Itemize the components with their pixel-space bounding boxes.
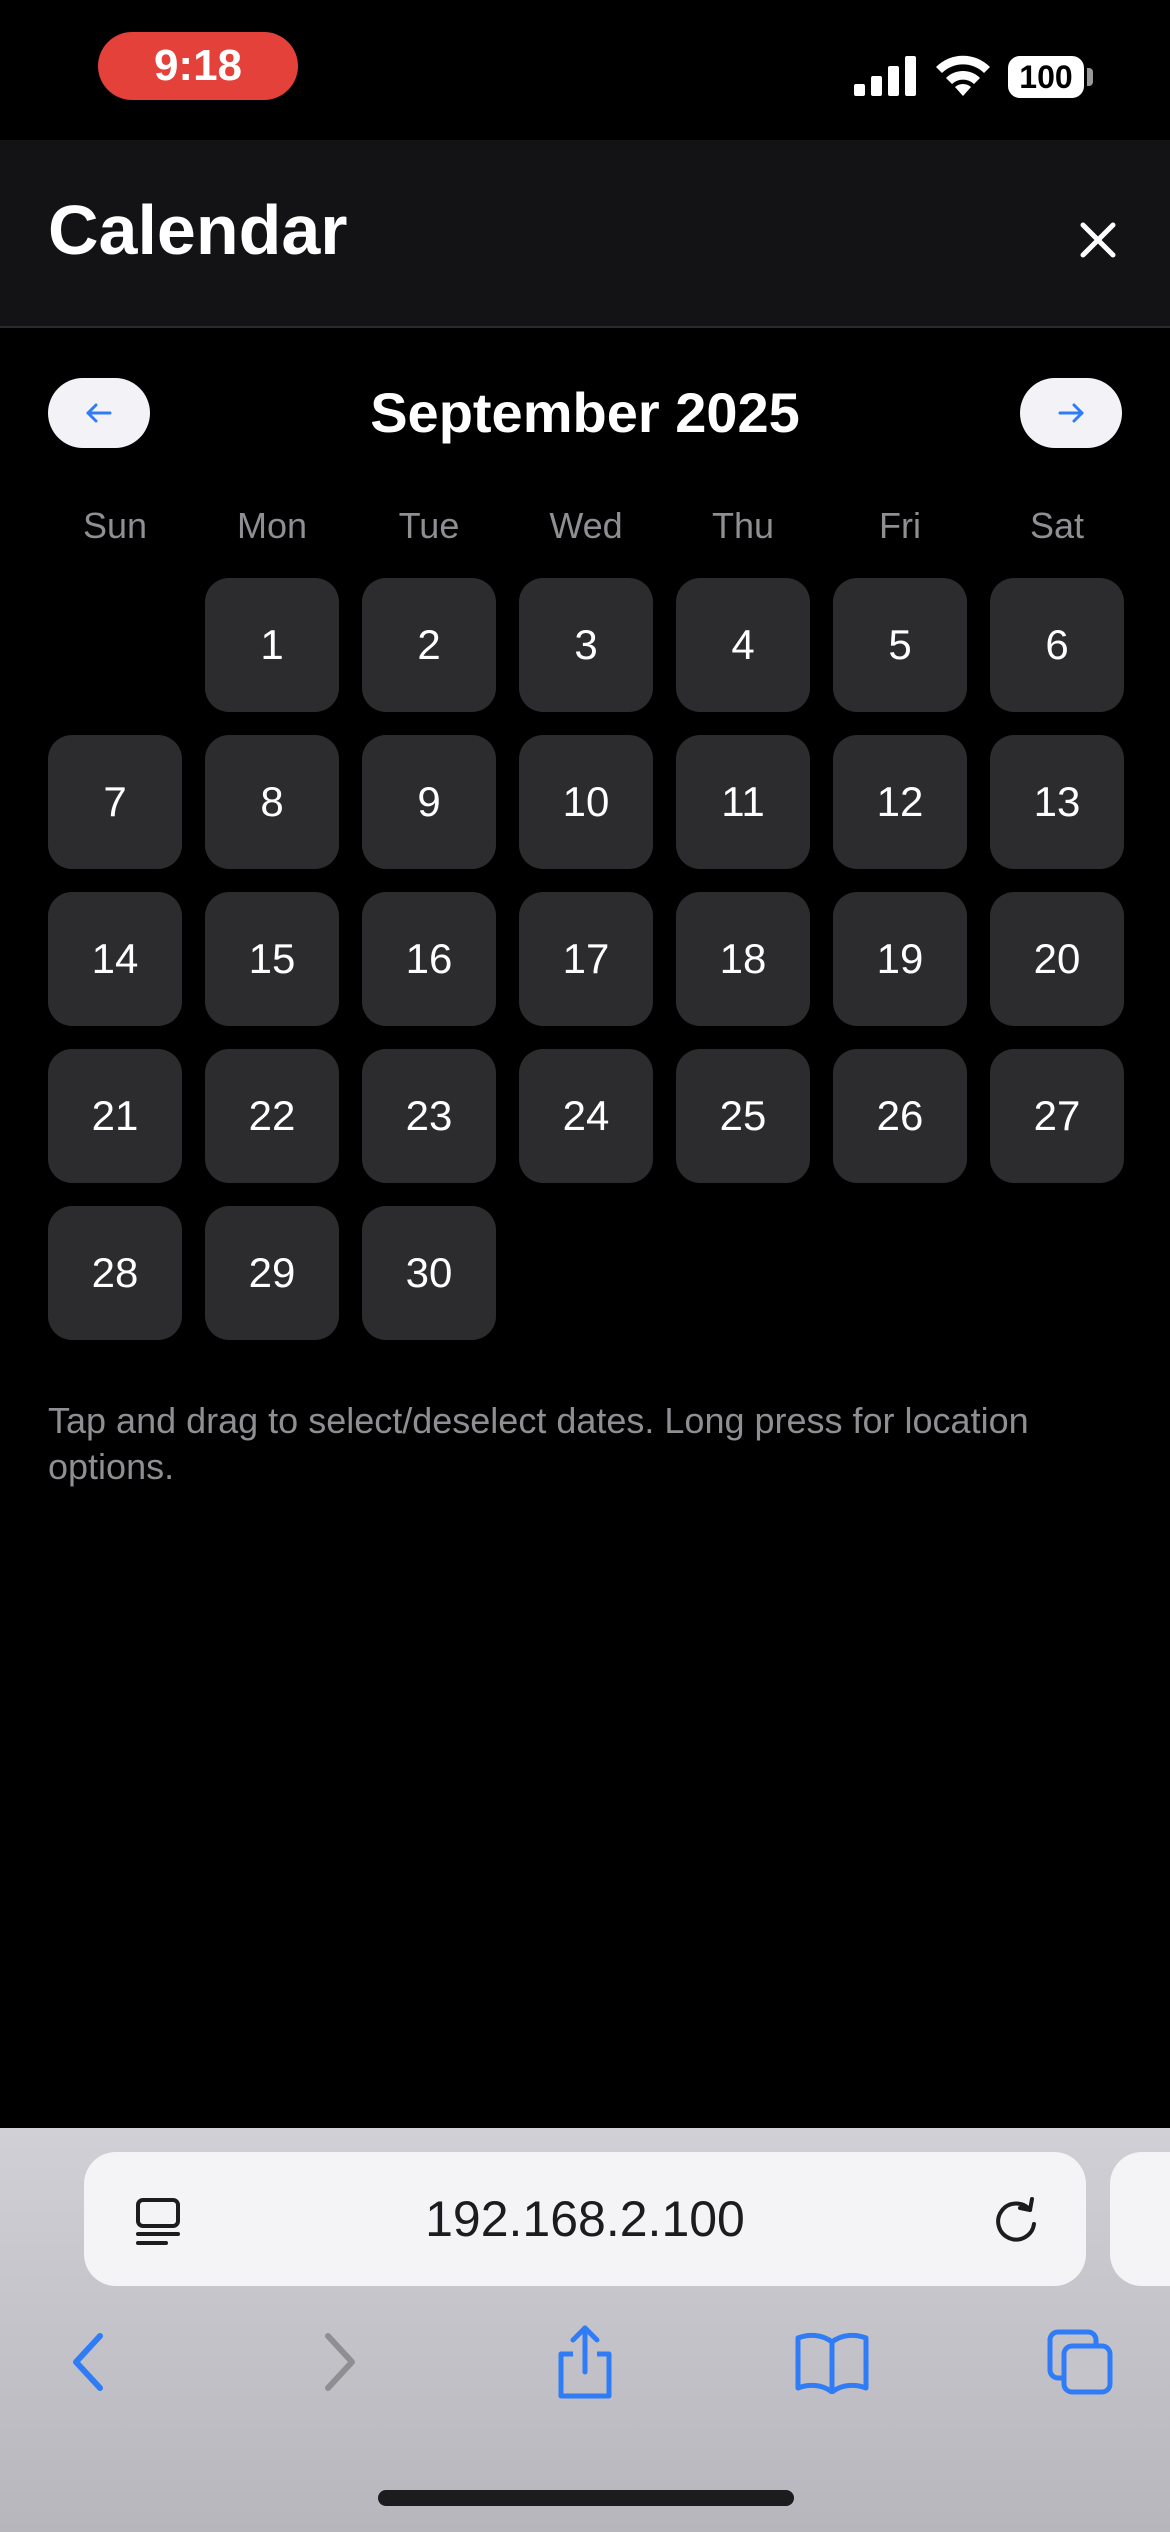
bookmarks-icon	[795, 2332, 869, 2394]
bookmarks-button[interactable]	[792, 2322, 872, 2402]
day-cell-5[interactable]: 5	[833, 578, 967, 712]
cellular-signal-icon	[854, 56, 916, 96]
day-cell-7[interactable]: 7	[48, 735, 182, 869]
day-cell-29[interactable]: 29	[205, 1206, 339, 1340]
day-cell-9[interactable]: 9	[362, 735, 496, 869]
close-button[interactable]	[1070, 212, 1126, 268]
arrow-right-icon	[1058, 403, 1084, 423]
forward-button[interactable]	[300, 2322, 380, 2402]
day-cell-3[interactable]: 3	[519, 578, 653, 712]
day-cell-15[interactable]: 15	[205, 892, 339, 1026]
day-cell-6[interactable]: 6	[990, 578, 1124, 712]
day-cell-19[interactable]: 19	[833, 892, 967, 1026]
weekday-thu: Thu	[711, 505, 775, 546]
day-cell-13[interactable]: 13	[990, 735, 1124, 869]
status-bar: 9:18 100	[0, 0, 1170, 140]
battery-tip	[1087, 68, 1093, 86]
back-icon	[73, 2333, 103, 2391]
month-title: September 2025	[370, 381, 800, 444]
day-cell-2[interactable]: 2	[362, 578, 496, 712]
wifi-icon	[936, 55, 990, 96]
weekday-wed: Wed	[549, 505, 623, 546]
day-cell-18[interactable]: 18	[676, 892, 810, 1026]
day-cell-30[interactable]: 30	[362, 1206, 496, 1340]
close-icon	[1080, 222, 1116, 258]
share-button[interactable]	[545, 2322, 625, 2402]
back-button[interactable]	[48, 2322, 128, 2402]
day-cell-24[interactable]: 24	[519, 1049, 653, 1183]
page-title: Calendar	[48, 191, 348, 269]
day-cell-17[interactable]: 17	[519, 892, 653, 1026]
share-icon	[558, 2325, 612, 2399]
day-cell-8[interactable]: 8	[205, 735, 339, 869]
next-tab-preview[interactable]	[1110, 2152, 1170, 2286]
day-cell-14[interactable]: 14	[48, 892, 182, 1026]
reload-icon[interactable]	[990, 2192, 1042, 2246]
day-cell-23[interactable]: 23	[362, 1049, 496, 1183]
calendar-grid: 1 2 3 4 5 6 7 8 9 10 11 12 13 14 15 16 17 18 19 20 21 22 23 24 2…	[48, 578, 1124, 1340]
url-text: 192.168.2.100	[425, 2191, 745, 2247]
day-cell-1[interactable]: 1	[205, 578, 339, 712]
weekday-fri: Fri	[879, 505, 921, 546]
next-month-button[interactable]	[1020, 378, 1122, 448]
status-time[interactable]: 9:18	[98, 32, 298, 100]
battery-level: 100	[1019, 58, 1073, 95]
weekday-sun: Sun	[82, 505, 148, 546]
tabs-icon	[1047, 2329, 1113, 2395]
day-cell-28[interactable]: 28	[48, 1206, 182, 1340]
address-bar[interactable]: 192.168.2.100	[84, 2152, 1086, 2286]
day-cell-20[interactable]: 20	[990, 892, 1124, 1026]
weekday-mon: Mon	[236, 505, 308, 546]
day-cell-21[interactable]: 21	[48, 1049, 182, 1183]
hint-text: Tap and drag to select/deselect dates. L…	[48, 1400, 1029, 1487]
day-cell-26[interactable]: 26	[833, 1049, 967, 1183]
day-cell-27[interactable]: 27	[990, 1049, 1124, 1183]
day-cell-4[interactable]: 4	[676, 578, 810, 712]
day-cell-25[interactable]: 25	[676, 1049, 810, 1183]
weekday-tue: Tue	[398, 505, 460, 546]
day-cell-11[interactable]: 11	[676, 735, 810, 869]
weekday-header-row: Sun Mon Tue Wed Thu Fri Sat	[48, 505, 1122, 561]
battery-icon: 100	[1008, 56, 1084, 98]
tabs-button[interactable]	[1040, 2322, 1120, 2402]
day-cell-16[interactable]: 16	[362, 892, 496, 1026]
day-cell-10[interactable]: 10	[519, 735, 653, 869]
forward-icon	[325, 2333, 355, 2391]
screen: 9:18 100 Calendar September 2025 Sun Mon…	[0, 0, 1170, 2532]
calendar-header: Calendar	[0, 140, 1170, 328]
day-cell-12[interactable]: 12	[833, 735, 967, 869]
day-cell-22[interactable]: 22	[205, 1049, 339, 1183]
home-indicator	[378, 2490, 794, 2506]
weekday-sat: Sat	[1029, 505, 1085, 546]
